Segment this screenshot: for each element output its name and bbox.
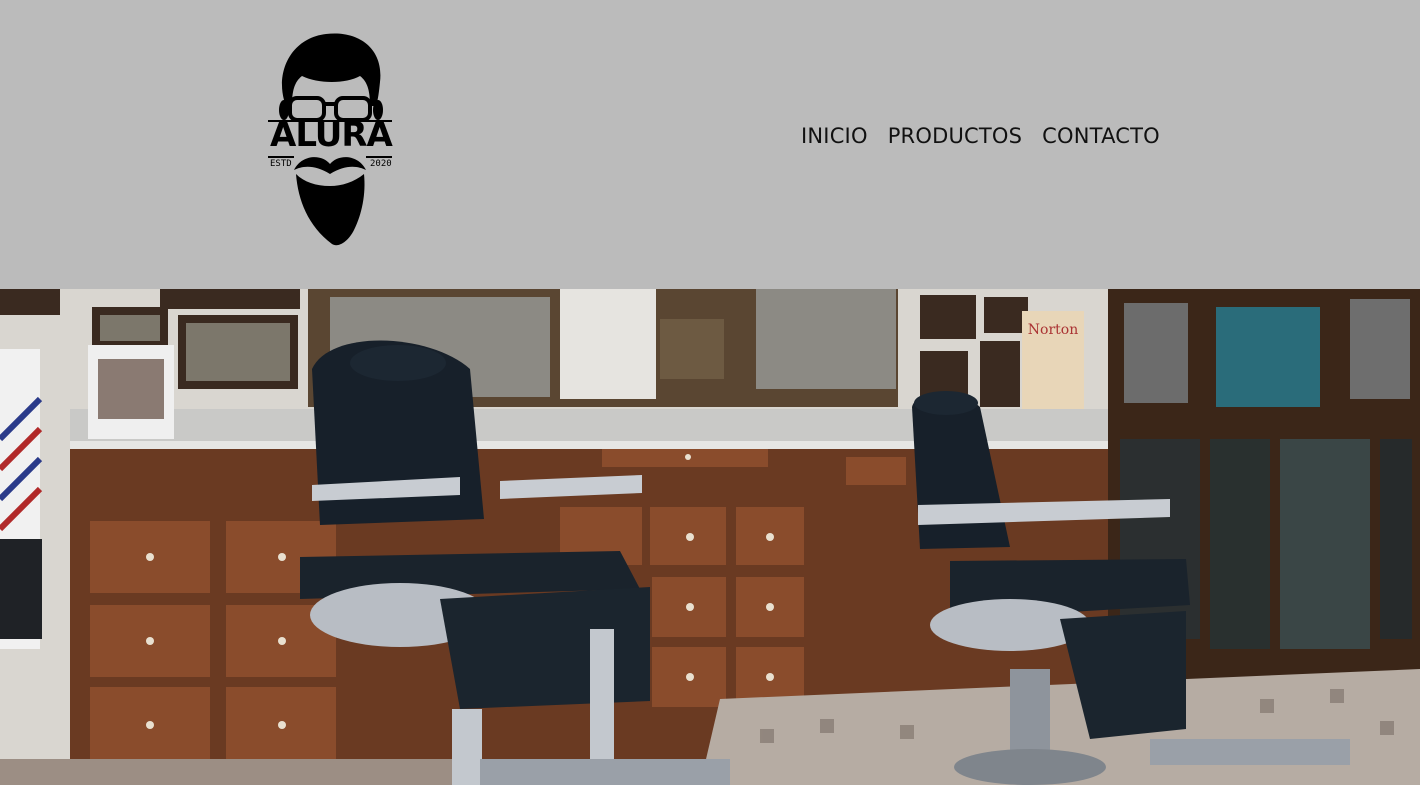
nav-link-inicio[interactable]: INICIO [801, 124, 868, 148]
hero-banner: Norton [0, 289, 1420, 785]
nav-link-productos[interactable]: PRODUCTOS [888, 124, 1022, 148]
site-header: ALURA ESTD 2020 INICIO PRODUCTOS CONTACT… [0, 0, 1420, 289]
nav-link-contacto[interactable]: CONTACTO [1042, 124, 1160, 148]
brand-name: ALURA [270, 115, 393, 155]
brand-year: 2020 [370, 159, 392, 169]
main-nav: INICIO PRODUCTOS CONTACTO [801, 121, 1160, 151]
barbershop-photo: Norton [0, 289, 1420, 785]
brand-logo[interactable]: ALURA ESTD 2020 [262, 30, 398, 252]
brand-estd-label: ESTD [270, 159, 292, 169]
norton-sign: Norton [1028, 322, 1078, 338]
